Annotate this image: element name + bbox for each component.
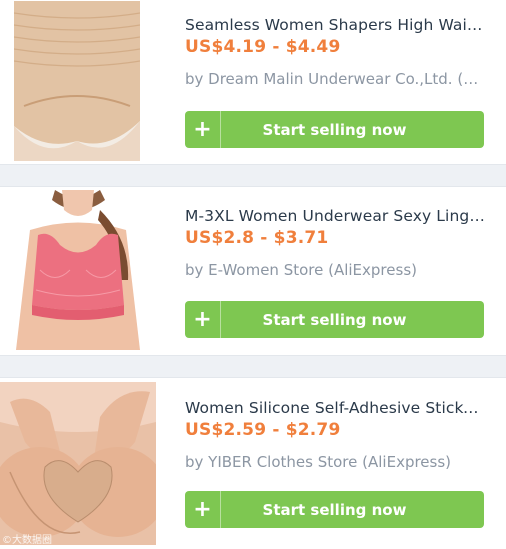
shapewear-image-icon: [14, 1, 140, 161]
bra-image-icon: [10, 190, 146, 352]
start-selling-button[interactable]: + Start selling now: [185, 111, 484, 148]
store-name[interactable]: by E-Women Store (AliExpress): [185, 261, 485, 279]
start-selling-button[interactable]: + Start selling now: [185, 301, 484, 338]
product-card: M-3XL Women Underwear Sexy Lingeri... US…: [0, 186, 506, 356]
product-title[interactable]: Women Silicone Self-Adhesive Sticky Br..…: [185, 399, 485, 417]
start-selling-label: Start selling now: [262, 500, 407, 519]
product-image[interactable]: [10, 190, 146, 352]
product-title[interactable]: M-3XL Women Underwear Sexy Lingeri...: [185, 207, 485, 225]
plus-icon: +: [185, 111, 221, 148]
watermark: ©大数据圈: [2, 535, 52, 546]
start-selling-label: Start selling now: [262, 120, 407, 139]
product-card: Seamless Women Shapers High Waist S... U…: [0, 0, 506, 165]
plus-icon: +: [185, 491, 221, 528]
store-name[interactable]: by YIBER Clothes Store (AliExpress): [185, 453, 485, 471]
start-selling-label: Start selling now: [262, 310, 407, 329]
product-price: US$2.59 - $2.79: [185, 420, 341, 440]
product-price: US$2.8 - $3.71: [185, 228, 329, 248]
store-name[interactable]: by Dream Malin Underwear Co.,Ltd. (Ali..…: [185, 70, 485, 88]
product-price: US$4.19 - $4.49: [185, 37, 341, 57]
plus-icon: +: [185, 301, 221, 338]
adhesive-bra-image-icon: [0, 382, 156, 545]
product-title[interactable]: Seamless Women Shapers High Waist S...: [185, 16, 485, 34]
start-selling-button[interactable]: + Start selling now: [185, 491, 484, 528]
product-image[interactable]: [0, 382, 156, 545]
product-card: Women Silicone Self-Adhesive Sticky Br..…: [0, 377, 506, 549]
product-image[interactable]: [14, 1, 140, 161]
